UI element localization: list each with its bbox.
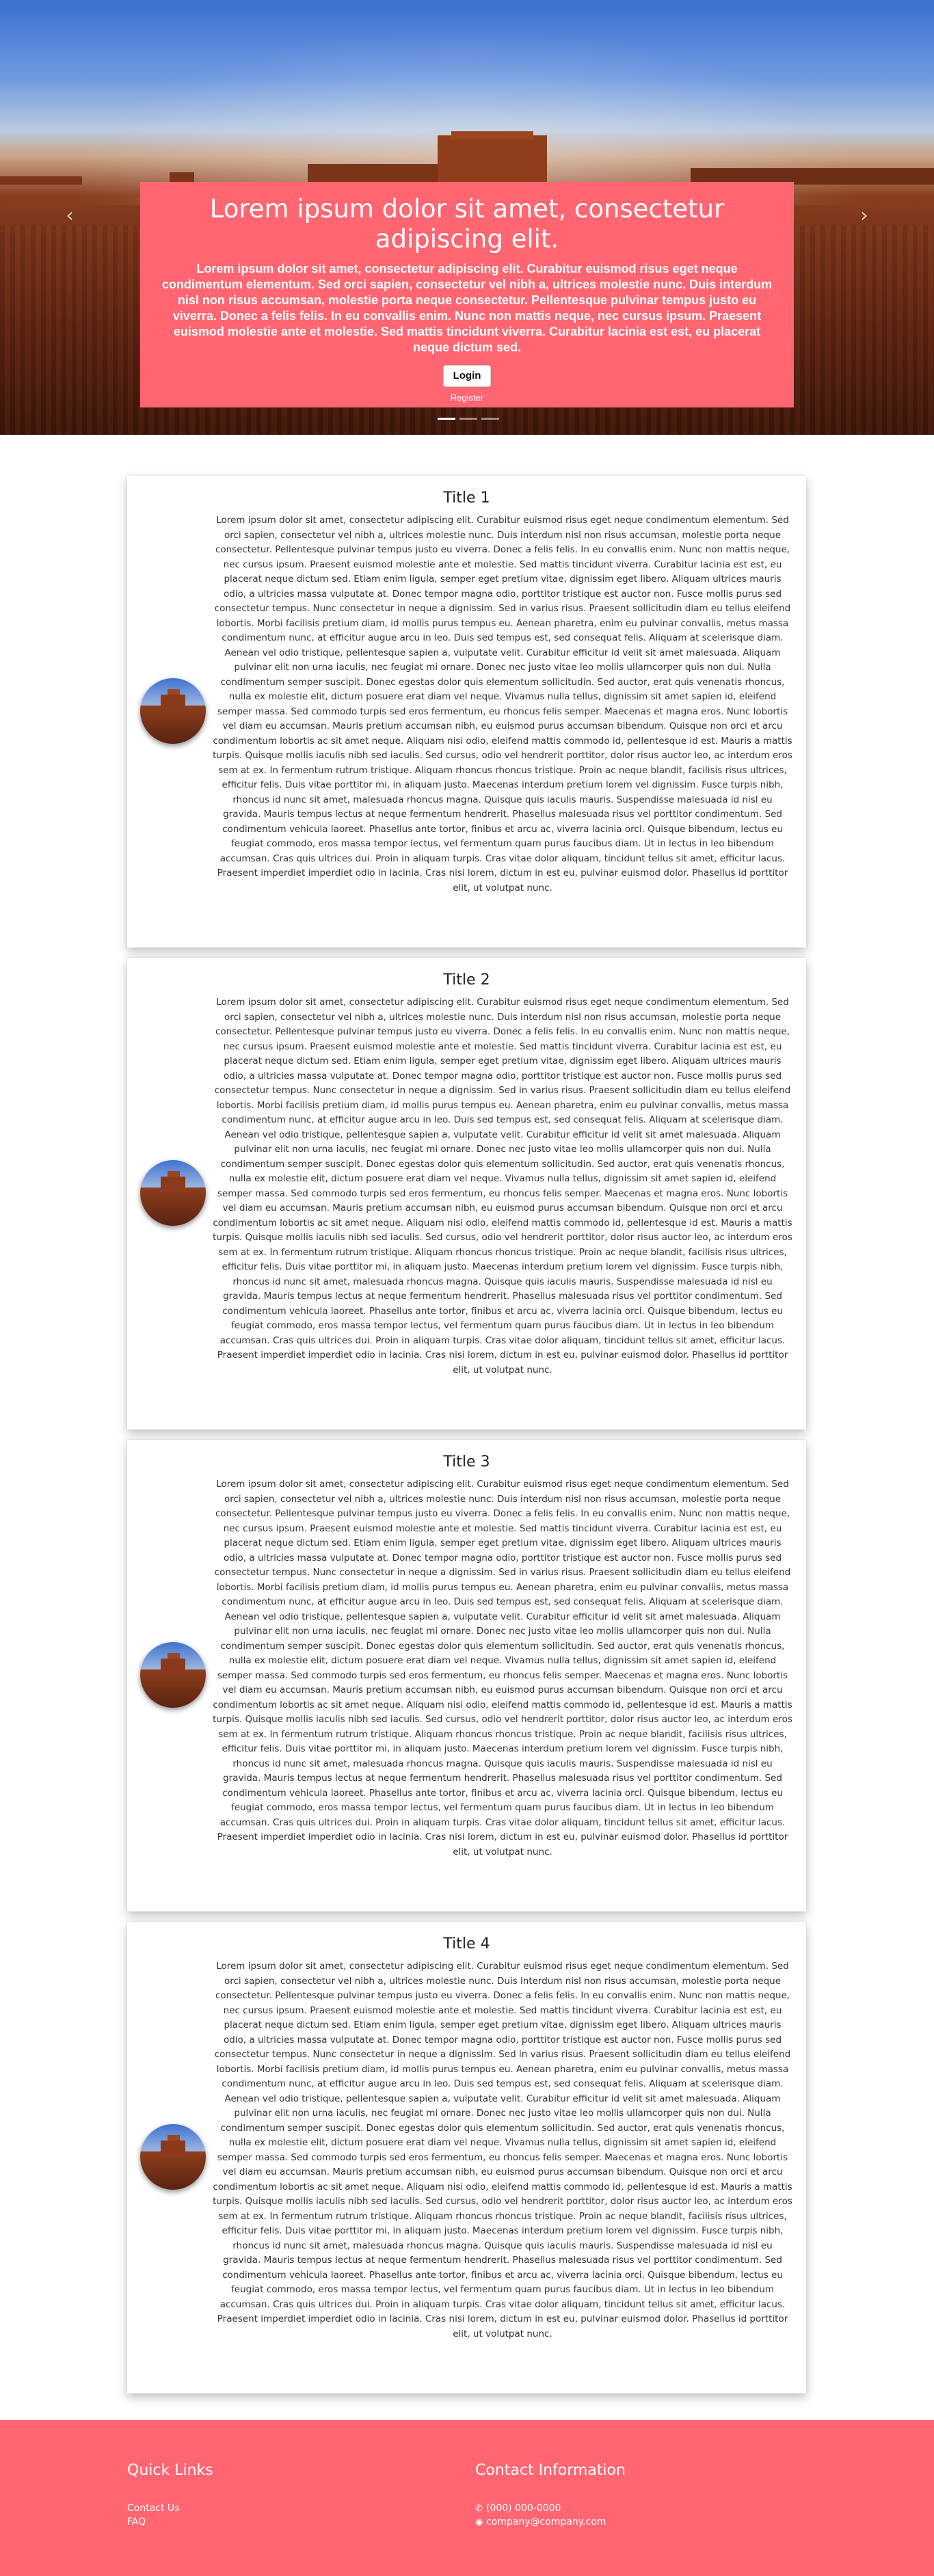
card-body: Lorem ipsum dolor sit amet, consectetur … (213, 515, 792, 894)
email-address[interactable]: company@company.com (486, 2517, 606, 2527)
footer-link-faq[interactable]: FAQ (127, 2516, 146, 2528)
card-thumbnail (140, 678, 206, 744)
carousel-prev-button[interactable]: ‹ (62, 205, 78, 226)
footer-link-contact-us[interactable]: Contact Us (127, 2502, 179, 2514)
phone-number: (000) 000-0000 (486, 2503, 561, 2514)
chevron-right-icon: › (860, 204, 868, 226)
quick-links-title: Quick Links (127, 2462, 213, 2479)
hero-caption: Lorem ipsum dolor sit amet, consectetur … (140, 182, 794, 407)
content-card: Title 4 Lorem ipsum dolor sit amet, cons… (127, 1922, 806, 2393)
carousel-indicator-1[interactable] (438, 418, 455, 420)
carousel-indicator-2[interactable] (459, 418, 477, 420)
card-title: Title 3 (443, 1453, 490, 1471)
card-thumbnail (140, 2124, 206, 2190)
card-body: Lorem ipsum dolor sit amet, consectetur … (213, 1479, 792, 1857)
card-title: Title 4 (443, 1935, 490, 1953)
chevron-left-icon: ‹ (66, 204, 74, 226)
hero-carousel: ‹ › Lorem ipsum dolor sit amet, consecte… (0, 0, 934, 435)
site-footer: Quick Links Contact Us FAQ Contact Infor… (0, 2420, 934, 2576)
mesa-center (438, 135, 547, 185)
hero-title: Lorem ipsum dolor sit amet, consectetur … (209, 194, 725, 254)
globe-icon: ◉ (475, 2517, 483, 2527)
card-thumbnail (140, 1160, 206, 1226)
login-button[interactable]: Login (442, 365, 492, 387)
contact-phone: ✆ (000) 000-0000 (475, 2502, 561, 2515)
content-card: Title 1 Lorem ipsum dolor sit amet, cons… (127, 476, 806, 948)
card-body: Lorem ipsum dolor sit amet, consectetur … (213, 997, 792, 1376)
card-title: Title 1 (443, 489, 490, 507)
contact-email: ◉ company@company.com (475, 2516, 606, 2529)
mesa-left (0, 176, 82, 185)
card-thumbnail (140, 1642, 206, 1708)
content-card: Title 2 Lorem ipsum dolor sit amet, cons… (127, 958, 806, 1430)
hero-text: Lorem ipsum dolor sit amet, consectetur … (161, 262, 773, 354)
mesa-center-top (451, 131, 533, 139)
phone-icon: ✆ (475, 2504, 483, 2514)
content-card: Title 3 Lorem ipsum dolor sit amet, cons… (127, 1440, 806, 1911)
card-body: Lorem ipsum dolor sit amet, consectetur … (213, 1961, 792, 2339)
carousel-indicator-3[interactable] (481, 418, 499, 420)
register-link[interactable]: Register (161, 392, 773, 403)
contact-info-title: Contact Information (475, 2462, 626, 2479)
carousel-next-button[interactable]: › (856, 205, 872, 226)
carousel-indicators (438, 418, 499, 420)
card-title: Title 2 (443, 971, 490, 989)
